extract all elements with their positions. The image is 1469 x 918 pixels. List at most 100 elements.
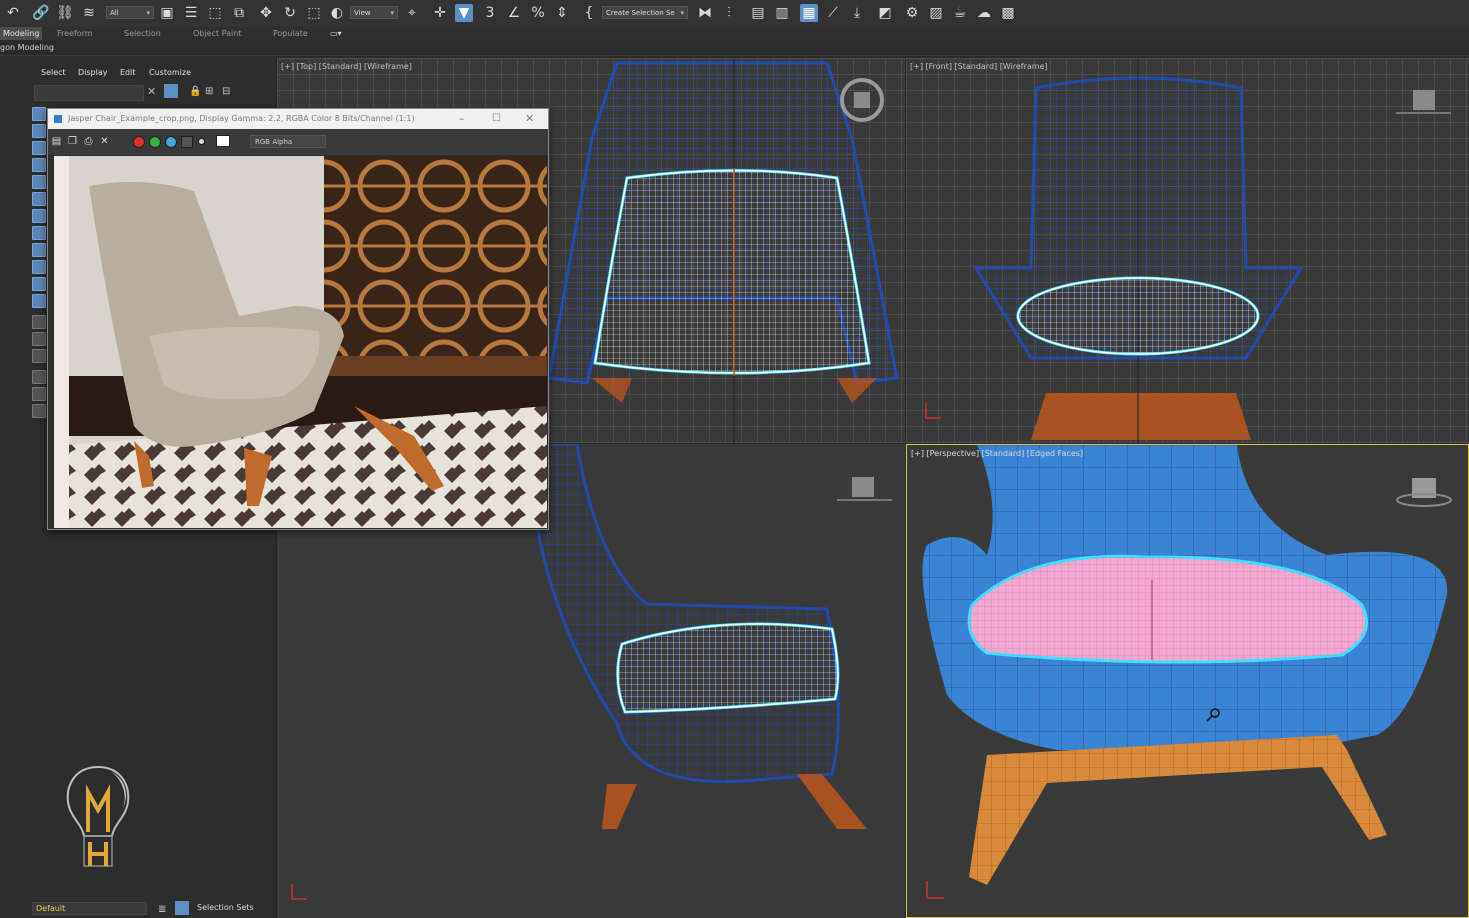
display-hidden-icon[interactable]: [32, 294, 46, 308]
align-icon[interactable]: ⫶: [720, 4, 738, 22]
edit-named-sets-icon[interactable]: {: [580, 4, 598, 22]
reference-coord-dropdown[interactable]: View: [350, 6, 398, 20]
display-helpers-icon[interactable]: [32, 175, 46, 189]
layer-dropdown[interactable]: Default: [32, 902, 147, 915]
bind-spacewarp-icon[interactable]: ≋: [80, 4, 98, 22]
link-icon[interactable]: 🔗: [32, 4, 50, 22]
viewport-perspective[interactable]: [+] [Perspective] [Standard] [Edged Face…: [906, 444, 1469, 918]
copy-image-icon[interactable]: ❐: [67, 136, 78, 147]
display-geometry-icon[interactable]: [32, 107, 46, 121]
display-cameras-icon[interactable]: [32, 158, 46, 172]
filter-icon[interactable]: [164, 84, 178, 98]
schematic-view-icon[interactable]: ⤓: [848, 4, 866, 22]
minimize-icon[interactable]: –: [459, 109, 465, 129]
blue-channel-toggle[interactable]: [165, 136, 177, 148]
display-spacewarps-icon[interactable]: [32, 192, 46, 206]
app-icon: [54, 115, 62, 123]
display-shapes-icon[interactable]: [32, 124, 46, 138]
rotate-icon[interactable]: ↻: [281, 4, 299, 22]
tab-freeform[interactable]: Freeform: [57, 27, 93, 40]
clear-search-icon[interactable]: ✕: [147, 85, 156, 98]
select-by-name-icon[interactable]: ☰: [182, 4, 200, 22]
snap-3d-icon[interactable]: 3: [481, 4, 499, 22]
spinner-snap-icon[interactable]: ⇕: [553, 4, 571, 22]
display-all-icon[interactable]: [32, 315, 46, 329]
rendered-frame-icon[interactable]: ▨: [927, 4, 945, 22]
tab-selection[interactable]: Selection: [124, 27, 161, 40]
monochrome-toggle[interactable]: [198, 138, 205, 145]
filter-box-icon[interactable]: [32, 404, 46, 418]
scale-icon[interactable]: ⬚: [305, 4, 323, 22]
menu-select[interactable]: Select: [41, 68, 66, 77]
unlink-icon[interactable]: ⛓: [56, 4, 74, 22]
tab-modeling[interactable]: Modeling: [0, 27, 43, 40]
viewport-front[interactable]: [+] [Front] [Standard] [Wireframe]: [906, 58, 1469, 443]
save-image-icon[interactable]: ▤: [51, 136, 62, 147]
undo-icon[interactable]: ↶: [4, 4, 22, 22]
curve-editor-icon[interactable]: ⟋: [824, 4, 842, 22]
material-editor-icon[interactable]: ◩: [876, 4, 894, 22]
select-object-icon[interactable]: ▣: [158, 4, 176, 22]
display-frozen-icon[interactable]: [32, 277, 46, 291]
display-containers-icon[interactable]: [32, 260, 46, 274]
selection-sets-label[interactable]: Selection Sets: [197, 903, 254, 912]
layer-explorer-icon[interactable]: ▥: [773, 4, 791, 22]
channel-dropdown[interactable]: RGB Alpha: [250, 135, 326, 148]
filter-toggle-icon[interactable]: [32, 370, 46, 384]
lock-icon[interactable]: 🔒: [189, 86, 201, 97]
layer-stack-icon[interactable]: ≣: [158, 904, 166, 915]
ribbon-options-icon[interactable]: ▭▾: [330, 27, 342, 40]
percent-snap-icon[interactable]: %: [529, 4, 547, 22]
menu-customize[interactable]: Customize: [149, 68, 191, 77]
color-swatch[interactable]: [216, 135, 230, 147]
scene-explorer-filter-bar: [32, 107, 46, 418]
display-invert-icon[interactable]: [32, 349, 46, 363]
scene-explorer-icon[interactable]: ▤: [749, 4, 767, 22]
selection-sets-icon[interactable]: [175, 901, 189, 915]
render-setup-icon[interactable]: ⚙: [903, 4, 921, 22]
green-channel-toggle[interactable]: [149, 136, 161, 148]
pivot-icon[interactable]: ⌖: [403, 4, 421, 22]
tab-populate[interactable]: Populate: [273, 27, 308, 40]
rendered-frame-window[interactable]: Jasper Chair_Example_crop.png, Display G…: [47, 108, 549, 530]
render-icon[interactable]: ☕: [951, 4, 969, 22]
angle-snap-icon[interactable]: ∠: [505, 4, 523, 22]
hierarchy-icon[interactable]: ⊞: [205, 86, 213, 97]
main-toolbar: ↶ 🔗 ⛓ ≋ All ▣ ☰ ⬚ ⧉ ✥ ↻ ⬚ ◐ View ⌖ ✛ ▼ 3…: [0, 0, 1469, 28]
menu-edit[interactable]: Edit: [120, 68, 136, 77]
ribbon-tabs: Modeling Freeform Selection Object Paint…: [0, 27, 1469, 40]
display-groups-icon[interactable]: [32, 209, 46, 223]
display-bones-icon[interactable]: [32, 243, 46, 257]
keyboard-shortcut-override-icon[interactable]: ▼: [455, 4, 473, 22]
window-crossing-icon[interactable]: ⧉: [230, 4, 248, 22]
display-xrefs-icon[interactable]: [32, 226, 46, 240]
red-channel-toggle[interactable]: [133, 136, 145, 148]
selection-filter-dropdown[interactable]: All: [106, 6, 154, 20]
a360-icon[interactable]: ▩: [999, 4, 1017, 22]
mirror-icon[interactable]: ⧓: [696, 4, 714, 22]
menu-display[interactable]: Display: [78, 68, 108, 77]
viewport-label[interactable]: [+] [Perspective] [Standard] [Edged Face…: [911, 449, 1083, 458]
chair-wireframe-front: [925, 58, 1451, 443]
ribbon-toggle-icon[interactable]: ▦: [800, 4, 818, 22]
placement-icon[interactable]: ◐: [328, 4, 346, 22]
move-icon[interactable]: ✥: [257, 4, 275, 22]
display-none-icon[interactable]: [32, 332, 46, 346]
maximize-icon[interactable]: ☐: [492, 109, 501, 129]
render-cloud-icon[interactable]: ☁: [975, 4, 993, 22]
alpha-channel-toggle[interactable]: [181, 136, 193, 148]
rect-selection-icon[interactable]: ⬚: [206, 4, 224, 22]
filter-funnel-icon[interactable]: [32, 387, 46, 401]
named-selection-dropdown[interactable]: Create Selection Se: [602, 6, 688, 20]
search-input[interactable]: [34, 85, 144, 101]
clear-icon[interactable]: ✕: [99, 136, 110, 147]
close-icon[interactable]: ✕: [525, 109, 534, 129]
display-lights-icon[interactable]: [32, 141, 46, 155]
layer-icon[interactable]: ⊟: [222, 86, 230, 97]
frame-window-titlebar[interactable]: Jasper Chair_Example_crop.png, Display G…: [48, 109, 548, 129]
ribbon-panel: gon Modeling: [0, 40, 1469, 56]
ribbon-panel-label[interactable]: gon Modeling: [0, 41, 54, 54]
print-icon[interactable]: ⎙: [83, 136, 94, 147]
tab-object-paint[interactable]: Object Paint: [193, 27, 241, 40]
select-manipulate-icon[interactable]: ✛: [431, 4, 449, 22]
